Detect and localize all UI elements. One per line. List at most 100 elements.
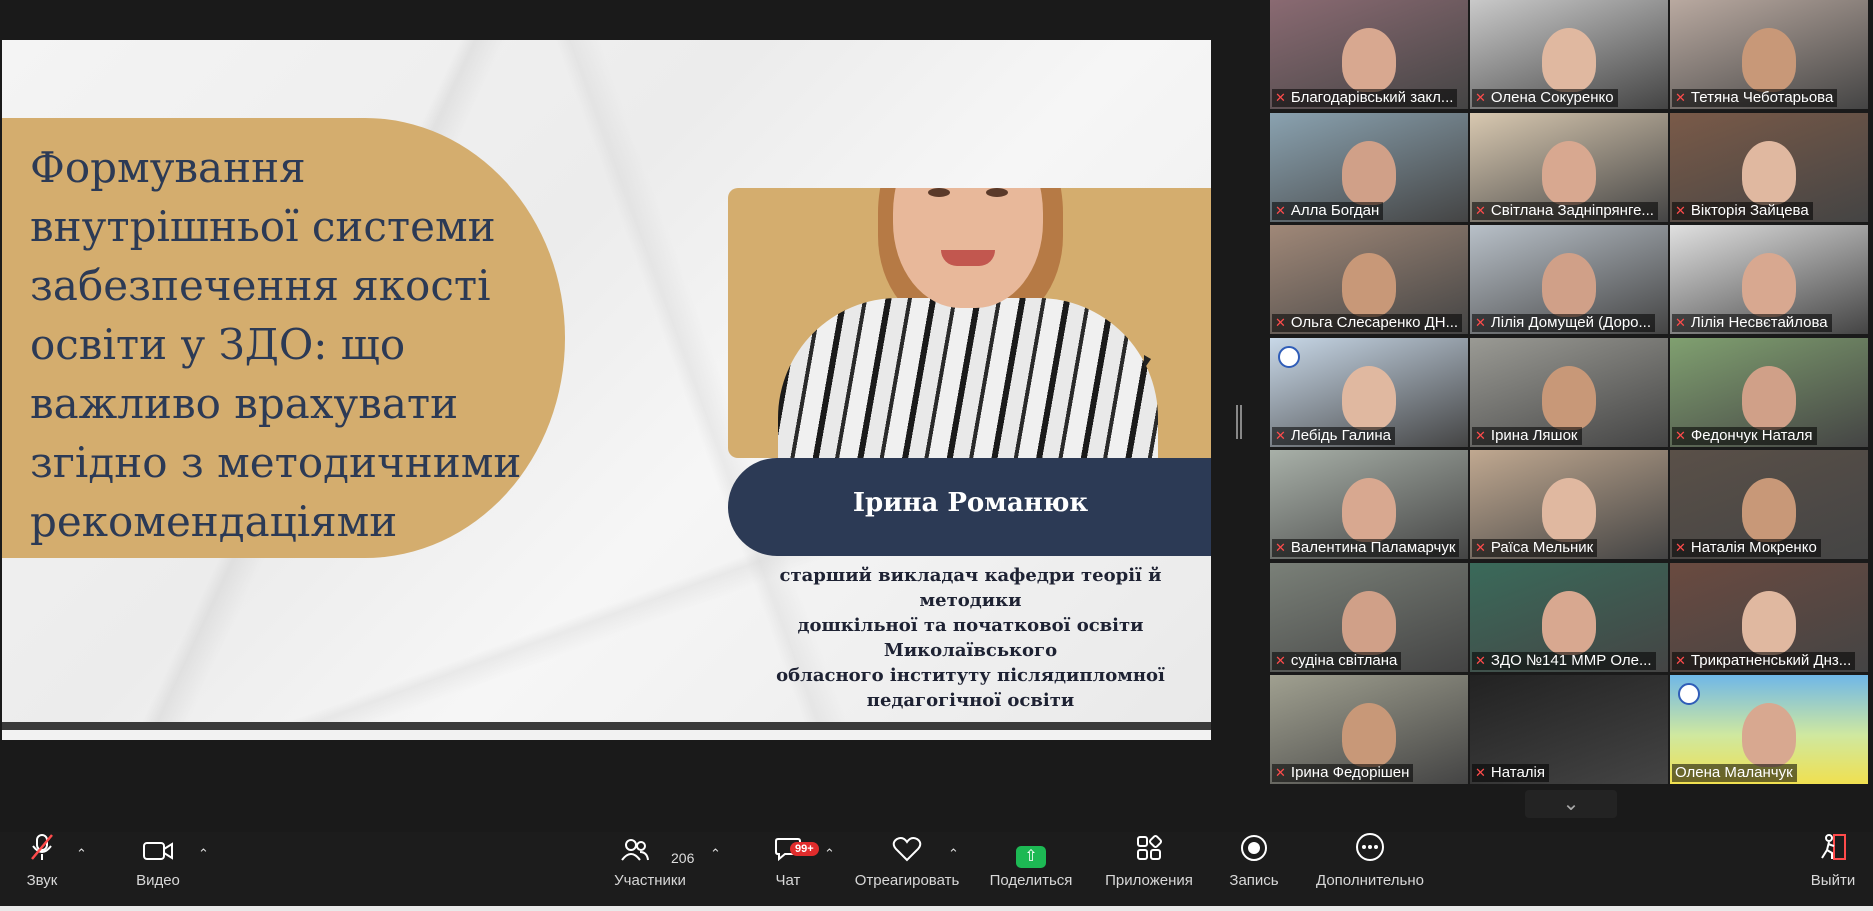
participant-figure — [1742, 703, 1796, 767]
mic-muted-icon: ✕ — [1475, 315, 1486, 330]
participant-name: Лебідь Галина — [1290, 426, 1391, 444]
video-options-caret-icon[interactable]: ⌃ — [198, 846, 209, 862]
participant-tile[interactable]: ✕ Ольга Слесаренко ДН... — [1270, 225, 1468, 334]
presentation-slide: Формування внутрішньої системи забезпече… — [2, 40, 1211, 722]
participant-name-label: ✕ судіна світлана — [1272, 651, 1402, 670]
mic-muted-icon: ✕ — [1275, 652, 1286, 668]
mic-muted-icon: ✕ — [1275, 90, 1286, 105]
panel-resize-handle[interactable] — [1236, 405, 1242, 439]
mic-muted-icon: ✕ — [1475, 765, 1486, 780]
participant-name-label: ✕ Світлана Задніпрянге... — [1472, 201, 1658, 220]
react-options-caret-icon[interactable]: ⌃ — [948, 846, 959, 862]
participant-name: Вікторія Зайцева — [1690, 201, 1809, 219]
participant-name-label: ✕ Ольга Слесаренко ДН... — [1272, 314, 1463, 332]
participant-name-label: ✕ Лілія Домущей (Доро... — [1472, 314, 1656, 332]
participant-tile[interactable]: ✕ Раїса Мельник — [1470, 450, 1668, 559]
participant-tile[interactable]: ✕ Трикратненський Днз... — [1670, 562, 1868, 672]
participant-name: Світлана Задніпрянге... — [1490, 201, 1654, 219]
participant-name: Алла Богдан — [1290, 201, 1380, 219]
participant-tile[interactable]: ✕ Валентина Паламарчук — [1270, 450, 1468, 559]
chat-label: Чат — [775, 872, 801, 889]
apps-button[interactable]: Приложения — [1100, 832, 1198, 906]
camera-icon — [130, 832, 186, 872]
portrait-eye — [986, 188, 1008, 197]
participant-name-label: ✕ Наталія — [1472, 764, 1550, 782]
participant-name-label: ✕ Алла Богдан — [1272, 201, 1384, 220]
participant-tile[interactable]: ✕ Тетяна Чеботарьова — [1670, 0, 1868, 109]
participant-name-label: ✕ Благодарівський закл... — [1272, 89, 1458, 107]
leave-icon — [1808, 832, 1858, 872]
participant-figure — [1342, 253, 1396, 317]
participant-tile[interactable]: ✕ Благодарівський закл... — [1270, 0, 1468, 109]
chevron-down-icon[interactable]: ⌄ — [1525, 790, 1617, 818]
participant-figure — [1542, 365, 1596, 430]
participant-tile[interactable]: ✕ Ірина Ляшок — [1470, 337, 1668, 447]
chat-options-caret-icon[interactable]: ⌃ — [824, 846, 835, 862]
participant-name: Ірина Федорішен — [1290, 764, 1410, 781]
portrait-body — [778, 298, 1158, 458]
participant-name: Олена Маланчук — [1675, 764, 1793, 781]
participant-tile[interactable]: ✕ Алла Богдан — [1270, 112, 1468, 222]
participant-figure — [1342, 28, 1396, 92]
participant-name-label: ✕ Трикратненський Днз... — [1672, 651, 1856, 670]
participant-figure — [1542, 140, 1596, 205]
participants-count: 206 — [671, 850, 695, 866]
participants-label: Участники — [614, 872, 686, 889]
participant-tile[interactable]: ✕ Наталія — [1470, 675, 1668, 784]
participant-tile[interactable]: ✕ Лілія Несвєтайлова — [1670, 225, 1868, 334]
participant-figure — [1742, 253, 1796, 317]
mic-muted-icon: ✕ — [1275, 202, 1286, 218]
participant-tile[interactable]: ✕ Ірина Федорішен — [1270, 675, 1468, 784]
share-button[interactable]: ⇧ Поделиться — [988, 832, 1074, 906]
share-screen-icon: ⇧ — [988, 832, 1074, 872]
mic-off-icon — [18, 832, 66, 872]
video-button[interactable]: Видео — [130, 832, 186, 906]
heart-icon — [854, 832, 960, 872]
participant-tile[interactable]: ✕ Світлана Задніпрянге... — [1470, 112, 1668, 222]
meeting-toolbar: Звук ⌃ Видео ⌃ Участники 206 ⌃ Чат 99+ ⌃… — [0, 832, 1873, 906]
participant-tile[interactable]: Олена Маланчук — [1670, 675, 1868, 784]
react-label: Отреагировать — [854, 872, 960, 889]
mic-muted-icon: ✕ — [1475, 202, 1486, 218]
participants-button[interactable]: Участники — [608, 832, 692, 906]
audio-options-caret-icon[interactable]: ⌃ — [76, 846, 87, 862]
react-button[interactable]: Отреагировать — [854, 832, 960, 906]
record-button[interactable]: Запись — [1226, 832, 1282, 906]
participant-figure — [1342, 703, 1396, 767]
share-label: Поделиться — [989, 872, 1073, 889]
slide-title: Формування внутрішньої системи забезпече… — [30, 143, 522, 546]
mic-muted-icon: ✕ — [1275, 540, 1286, 555]
leave-label: Выйти — [1810, 872, 1856, 889]
participant-name: Благодарівський закл... — [1290, 89, 1454, 106]
participant-tile[interactable]: ✕ ЗДО №141 ММР Оле... — [1470, 562, 1668, 672]
institution-logo-icon — [1678, 683, 1700, 705]
leave-button[interactable]: Выйти — [1808, 832, 1858, 906]
mic-muted-icon: ✕ — [1675, 202, 1686, 218]
participant-name: Ірина Ляшок — [1490, 426, 1578, 444]
slide-next-edge — [2, 730, 1211, 740]
participant-name-label: ✕ Вікторія Зайцева — [1672, 201, 1813, 220]
participant-figure — [1742, 28, 1796, 92]
participant-tile[interactable]: ✕ Федончук Наталя — [1670, 337, 1868, 447]
audio-button[interactable]: Звук — [18, 832, 66, 906]
window-bottom-edge — [0, 906, 1873, 911]
participant-name-label: ✕ Валентина Паламарчук — [1272, 539, 1460, 557]
upload-arrow-icon: ⇧ — [1016, 846, 1046, 868]
participant-name: Лілія Несвєтайлова — [1690, 314, 1828, 331]
participant-figure — [1342, 140, 1396, 205]
participant-name: судіна світлана — [1290, 651, 1398, 669]
participant-tile[interactable]: ✕ Лебідь Галина — [1270, 337, 1468, 447]
apps-icon — [1100, 832, 1198, 872]
more-button[interactable]: Дополнительно — [1312, 832, 1428, 906]
participant-name: Валентина Паламарчук — [1290, 539, 1456, 556]
participant-tile[interactable]: ✕ Наталія Мокренко — [1670, 450, 1868, 559]
participant-name-label: ✕ Ірина Федорішен — [1272, 764, 1414, 782]
participant-tile[interactable]: ✕ судіна світлана — [1270, 562, 1468, 672]
participant-tile[interactable]: ✕ Вікторія Зайцева — [1670, 112, 1868, 222]
participant-name: Раїса Мельник — [1490, 539, 1594, 556]
participant-figure — [1542, 590, 1596, 655]
mouse-cursor-icon — [1144, 355, 1151, 369]
participants-options-caret-icon[interactable]: ⌃ — [710, 846, 721, 862]
participant-tile[interactable]: ✕ Олена Сокуренко — [1470, 0, 1668, 109]
participant-tile[interactable]: ✕ Лілія Домущей (Доро... — [1470, 225, 1668, 334]
